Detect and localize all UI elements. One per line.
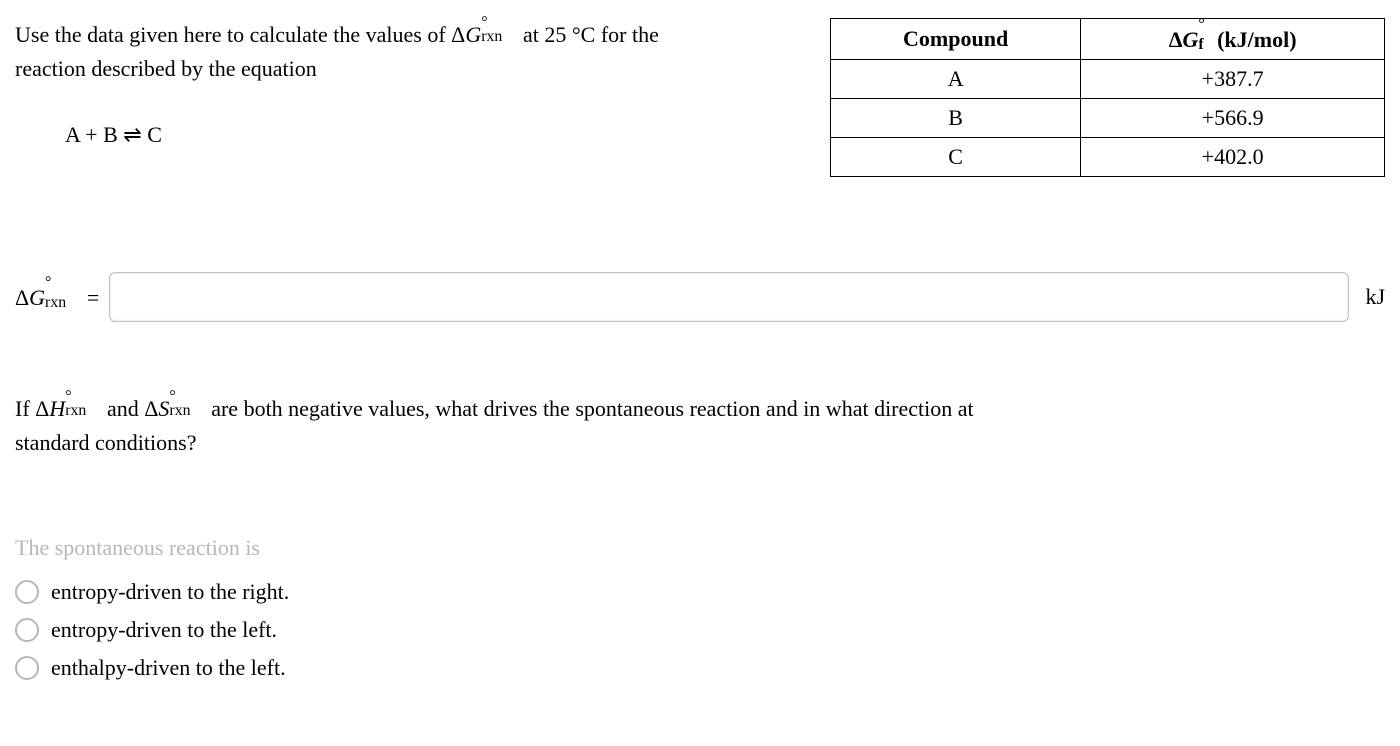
answer-unit: kJ — [1365, 284, 1385, 310]
header-compound: Compound — [831, 19, 1081, 60]
question-page: Use the data given here to calculate the… — [0, 0, 1400, 713]
option-label: entropy-driven to the left. — [51, 617, 277, 643]
option-label: entropy-driven to the right. — [51, 579, 289, 605]
cell-compound: C — [831, 138, 1081, 177]
table-row: B +566.9 — [831, 99, 1385, 138]
cell-compound: A — [831, 60, 1081, 99]
option-label: enthalpy-driven to the left. — [51, 655, 286, 681]
radio-icon — [15, 618, 39, 642]
answer-label: ΔG°rxn = — [15, 283, 99, 311]
deltaH-rxn-symbol: ΔH°rxn — [35, 396, 101, 421]
table-row: A +387.7 — [831, 60, 1385, 99]
answer-row: ΔG°rxn = kJ — [15, 272, 1385, 322]
radio-icon — [15, 580, 39, 604]
table-header-row: Compound ΔG°f (kJ/mol) — [831, 19, 1385, 60]
cell-value: +566.9 — [1081, 99, 1385, 138]
option-enthalpy-left[interactable]: enthalpy-driven to the left. — [15, 655, 1385, 681]
deltaG-rxn-symbol: ΔG°rxn — [451, 22, 517, 47]
radio-options: entropy-driven to the right. entropy-dri… — [15, 579, 1385, 681]
radio-icon — [15, 656, 39, 680]
intro-line-1b: at 25 °C for the — [518, 22, 659, 47]
header-deltaGf: ΔG°f (kJ/mol) — [1081, 19, 1385, 60]
cell-value: +387.7 — [1081, 60, 1385, 99]
intro-text: Use the data given here to calculate the… — [15, 18, 790, 152]
table-row: C +402.0 — [831, 138, 1385, 177]
data-table: Compound ΔG°f (kJ/mol) A +387.7 B +566.9… — [830, 18, 1385, 177]
intro-line-1a: Use the data given here to calculate the… — [15, 22, 451, 47]
question-2-text: If ΔH°rxn and ΔS°rxn are both negative v… — [15, 392, 1385, 460]
top-section: Use the data given here to calculate the… — [15, 18, 1385, 177]
option-entropy-left[interactable]: entropy-driven to the left. — [15, 617, 1385, 643]
option-entropy-right[interactable]: entropy-driven to the right. — [15, 579, 1385, 605]
radio-prompt: The spontaneous reaction is — [15, 535, 1385, 561]
reaction-equation: A + B ⇌ C — [65, 118, 790, 152]
cell-value: +402.0 — [1081, 138, 1385, 177]
deltaG-answer-input[interactable] — [109, 272, 1349, 322]
cell-compound: B — [831, 99, 1081, 138]
deltaS-rxn-symbol: ΔS°rxn — [144, 396, 205, 421]
intro-line-2: reaction described by the equation — [15, 56, 317, 81]
